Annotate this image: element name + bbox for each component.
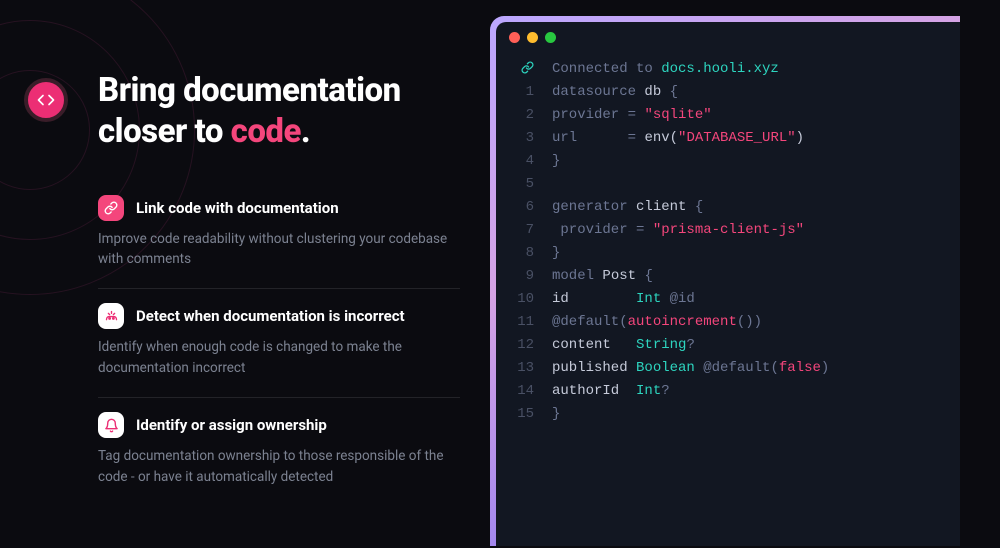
line-number: 12 [496, 334, 552, 357]
line-content: content String? [552, 334, 695, 357]
code-line: Connected to docs.hooli.xyz [496, 58, 960, 81]
code-line: 8} [496, 242, 960, 265]
line-number: 6 [496, 196, 552, 219]
code-line: 2provider = "sqlite" [496, 104, 960, 127]
line-content: model Post { [552, 265, 653, 288]
line-content: provider = "prisma-client-js" [552, 219, 804, 242]
detect-icon [98, 303, 124, 329]
link-glyph-icon [496, 58, 552, 81]
connected-label: Connected to [552, 61, 661, 77]
line-content [552, 173, 560, 196]
line-content: @default(autoincrement()) [552, 311, 762, 334]
line-number: 15 [496, 403, 552, 426]
line-number: 8 [496, 242, 552, 265]
line-number: 9 [496, 265, 552, 288]
code-line: 15} [496, 403, 960, 426]
line-number: 5 [496, 173, 552, 196]
close-icon[interactable] [509, 32, 520, 43]
line-number: 14 [496, 380, 552, 403]
code-line: 9model Post { [496, 265, 960, 288]
line-number: 4 [496, 150, 552, 173]
code-line: 14authorId Int? [496, 380, 960, 403]
code-icon [24, 78, 68, 122]
code-window: Connected to docs.hooli.xyz1datasource d… [496, 22, 960, 546]
owner-icon [98, 412, 124, 438]
line-number: 1 [496, 81, 552, 104]
connected-host: docs.hooli.xyz [661, 61, 779, 77]
line-number: 10 [496, 288, 552, 311]
code-line: 3url = env("DATABASE_URL") [496, 127, 960, 150]
line-number: 7 [496, 219, 552, 242]
line-number: 13 [496, 357, 552, 380]
page-title: Bring documentation closer to code. [98, 70, 460, 153]
code-line: 1datasource db { [496, 81, 960, 104]
code-line: 6generator client { [496, 196, 960, 219]
line-content: authorId Int? [552, 380, 670, 403]
line-content: } [552, 403, 560, 426]
feature-title: Detect when documentation is incorrect [136, 307, 405, 325]
code-line: 4} [496, 150, 960, 173]
minimize-icon[interactable] [527, 32, 538, 43]
feature-title: Identify or assign ownership [136, 416, 327, 434]
feature-list: Link code with documentation Improve cod… [98, 181, 460, 507]
code-window-frame: Connected to docs.hooli.xyz1datasource d… [490, 16, 960, 546]
line-content: } [552, 242, 560, 265]
code-line: 5 [496, 173, 960, 196]
line-number: 3 [496, 127, 552, 150]
feature-desc: Identify when enough code is changed to … [98, 337, 460, 379]
line-content: generator client { [552, 196, 703, 219]
line-content: id Int @id [552, 288, 695, 311]
line-content: datasource db { [552, 81, 678, 104]
hero-panel: Bring documentation closer to code. Link… [0, 0, 490, 548]
line-content: published Boolean @default(false) [552, 357, 829, 380]
code-line: 7 provider = "prisma-client-js" [496, 219, 960, 242]
feature-item: Link code with documentation Improve cod… [98, 181, 460, 290]
title-accent: code [231, 112, 301, 151]
feature-desc: Improve code readability without cluster… [98, 229, 460, 271]
feature-desc: Tag documentation ownership to those res… [98, 446, 460, 488]
code-line: 11@default(autoincrement()) [496, 311, 960, 334]
line-content: url = env("DATABASE_URL") [552, 127, 804, 150]
line-content: } [552, 150, 560, 173]
window-titlebar [496, 22, 960, 52]
line-number: 11 [496, 311, 552, 334]
link-icon [98, 195, 124, 221]
code-line: 12content String? [496, 334, 960, 357]
code-line: 10id Int @id [496, 288, 960, 311]
maximize-icon[interactable] [545, 32, 556, 43]
feature-item: Identify or assign ownership Tag documen… [98, 398, 460, 506]
line-number: 2 [496, 104, 552, 127]
line-content: provider = "sqlite" [552, 104, 712, 127]
code-area: Connected to docs.hooli.xyz1datasource d… [496, 52, 960, 546]
feature-item: Detect when documentation is incorrect I… [98, 289, 460, 398]
code-line: 13published Boolean @default(false) [496, 357, 960, 380]
feature-title: Link code with documentation [136, 199, 339, 217]
title-post: . [301, 112, 310, 151]
